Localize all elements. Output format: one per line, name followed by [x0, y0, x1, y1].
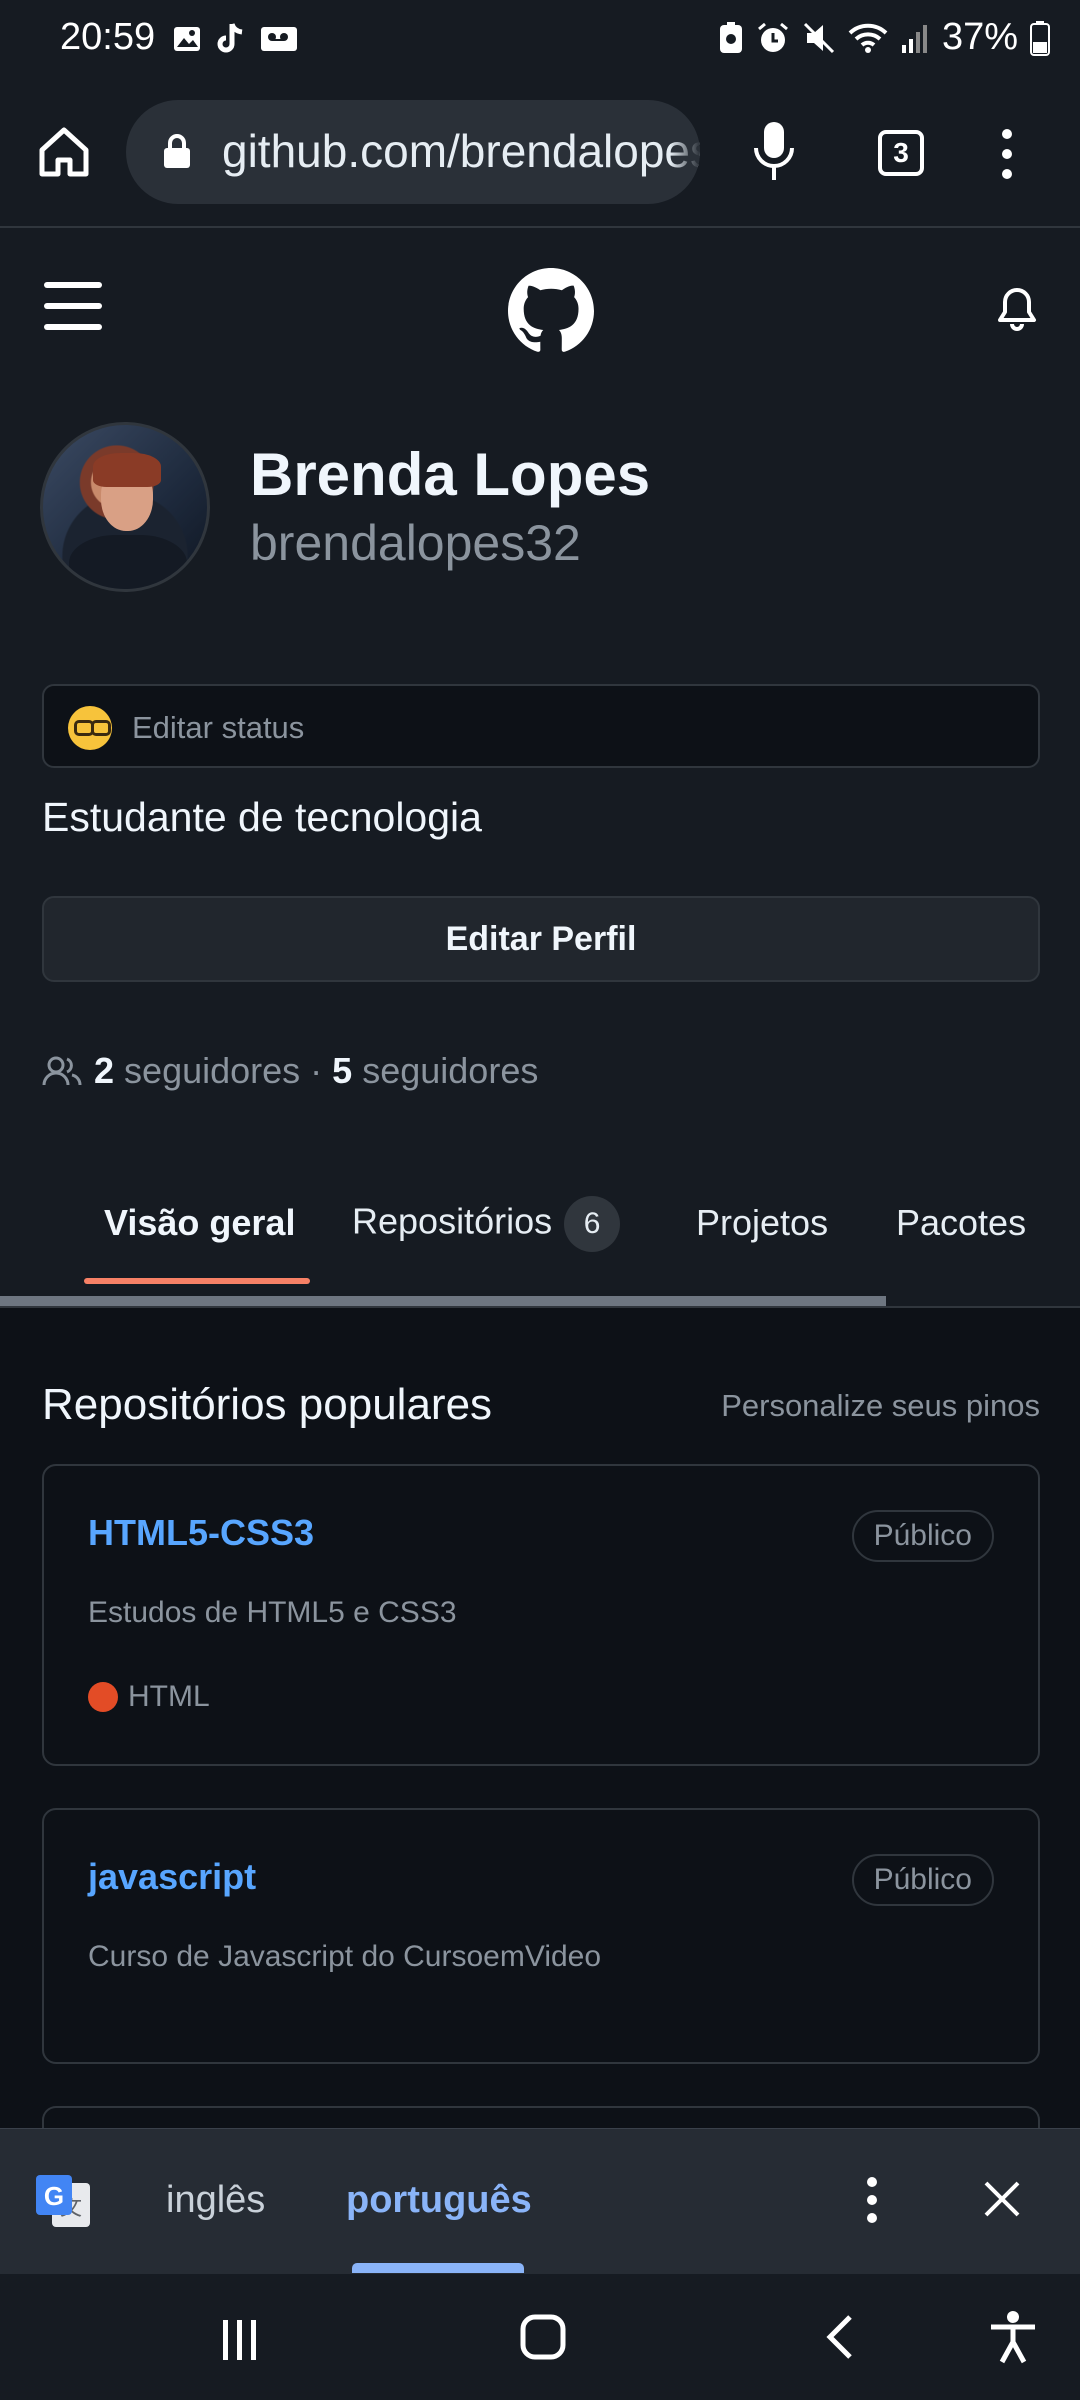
google-translate-icon: 文G [36, 2175, 90, 2227]
system-nav-bar [0, 2274, 1080, 2400]
profile-login: brendalopes32 [250, 515, 581, 571]
battery-icon [1030, 20, 1050, 56]
tab-overview[interactable]: Visão geral [104, 1202, 295, 1244]
tab-repositories[interactable]: Repositórios 6 [352, 1196, 621, 1252]
following-label[interactable]: seguidores [362, 1050, 538, 1092]
system-icons: 37% [718, 16, 1050, 59]
language-color-dot [88, 1682, 118, 1712]
microphone-icon[interactable] [752, 120, 796, 184]
tab-repositories-label: Repositórios [352, 1200, 553, 1242]
alarm-icon [757, 22, 788, 52]
profile-tabs: Visão geral Repositórios 6 Projetos Pacot… [0, 1168, 1080, 1308]
lock-icon [164, 134, 190, 168]
selected-language-indicator [352, 2263, 524, 2273]
profile-name: Brenda Lopes [250, 441, 651, 508]
followers-count[interactable]: 2 [94, 1050, 114, 1092]
nerd-face-icon [68, 706, 112, 750]
repo-name-link[interactable]: javascript [88, 1856, 256, 1898]
accessibility-icon[interactable] [988, 2310, 1038, 2364]
avatar[interactable] [40, 422, 210, 592]
people-icon [42, 1056, 82, 1086]
repo-card: HTML5-CSS3 Público Estudos de HTML5 e CS… [42, 1464, 1040, 1766]
url-text: github.com/brendalopes32 [222, 125, 700, 177]
source-language-option[interactable]: inglês [166, 2179, 265, 2222]
repo-name-link[interactable]: HTML5-CSS3 [88, 1512, 314, 1554]
repo-description: Estudos de HTML5 e CSS3 [88, 1596, 457, 1629]
followers-label[interactable]: seguidores [124, 1050, 300, 1092]
mute-icon [803, 22, 834, 53]
svg-text:G: G [44, 2181, 64, 2211]
github-logo-icon[interactable] [508, 268, 594, 354]
home-icon[interactable] [34, 122, 94, 182]
github-header [0, 230, 1080, 390]
voicemail-icon [261, 27, 297, 51]
popular-repos-title: Repositórios populares [42, 1380, 493, 1429]
visibility-badge: Público [851, 1854, 994, 1906]
back-icon[interactable] [824, 2314, 854, 2360]
tab-switcher-button[interactable]: 3 [878, 130, 924, 176]
browser-toolbar: github.com/brendalopes32 3 [0, 78, 1080, 228]
profile-bio: Estudante de tecnologia [42, 794, 482, 840]
target-language-option[interactable]: português [346, 2179, 532, 2222]
notification-bell-icon[interactable] [996, 286, 1038, 332]
home-nav-icon[interactable] [520, 2314, 566, 2360]
signal-icon [901, 24, 927, 53]
status-bar: 20:59 37% [0, 0, 1080, 78]
browser-menu-icon[interactable] [990, 126, 1024, 182]
repo-language: HTML [88, 1680, 210, 1714]
repo-card: javascript Público Curso de Javascript d… [42, 1808, 1040, 2064]
status-placeholder: Editar status [132, 710, 305, 745]
translate-bar: 文G inglês português [0, 2128, 1080, 2274]
repo-description: Curso de Javascript do CursoemVideo [88, 1940, 602, 1973]
visibility-badge: Público [851, 1510, 994, 1562]
edit-status-button[interactable]: Editar status [42, 684, 1040, 768]
status-time: 20:59 [60, 16, 156, 58]
edit-profile-button[interactable]: Editar Perfil [42, 896, 1040, 982]
tab-packages[interactable]: Pacotes [896, 1202, 1026, 1244]
tiktok-icon [217, 23, 243, 53]
following-count[interactable]: 5 [332, 1050, 352, 1092]
wifi-icon [848, 23, 888, 53]
followers-row: 2 seguidores · 5 seguidores [42, 1050, 538, 1092]
address-bar[interactable]: github.com/brendalopes32 [126, 100, 700, 204]
active-tab-indicator [84, 1278, 310, 1284]
language-name: HTML [128, 1680, 210, 1713]
repositories-count-badge: 6 [564, 1196, 621, 1252]
gallery-icon [174, 27, 200, 51]
data-saver-icon [719, 21, 742, 53]
tabs-scrollbar [0, 1296, 886, 1306]
close-icon[interactable] [982, 2179, 1022, 2219]
translate-menu-icon[interactable] [858, 2175, 886, 2225]
recent-apps-icon[interactable] [220, 2318, 260, 2362]
battery-percent: 37% [941, 16, 1018, 58]
notification-icons [172, 22, 298, 56]
hamburger-menu-icon[interactable] [44, 282, 102, 330]
customize-pins-link[interactable]: Personalize seus pinos [721, 1388, 1040, 1424]
tab-projects[interactable]: Projetos [696, 1202, 828, 1244]
url-fade [670, 100, 700, 204]
